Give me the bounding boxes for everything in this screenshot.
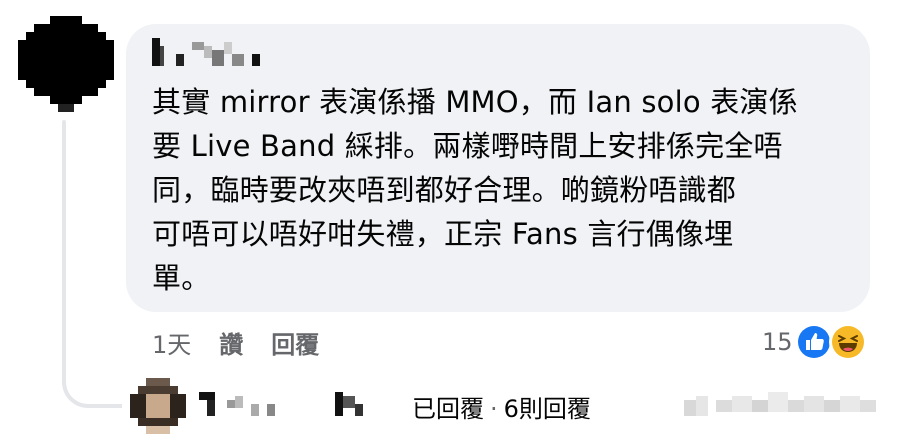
reply-names-redacted[interactable] (198, 388, 408, 424)
commenter-avatar[interactable] (18, 16, 114, 112)
author-name-redacted[interactable] (152, 38, 268, 74)
reaction-count: 15 (762, 328, 793, 356)
thread-line (62, 120, 66, 382)
replies-link[interactable]: 已回覆 · 6則回覆 (412, 389, 591, 424)
comment-timestamp[interactable]: 1天 (152, 325, 191, 360)
comment-line: 可唔可以唔好咁失禮，正宗 Fans 言行偶像埋 (152, 217, 734, 251)
replied-label: 已回覆 (412, 394, 484, 423)
reply-count: 6則回覆 (503, 394, 591, 423)
comment-line: 單。 (152, 261, 211, 295)
comment-line: 其實 mirror 表演係播 MMO，而 Ian solo 表演係 (152, 85, 798, 119)
watermark (684, 392, 876, 416)
reply-avatar[interactable] (130, 378, 186, 434)
like-button[interactable]: 讚 (219, 325, 243, 360)
comment-line: 同，臨時要改夾唔到都好合理。啲鏡粉唔識都 (152, 173, 737, 207)
reply-button[interactable]: 回覆 (271, 325, 319, 360)
thread-connector (62, 352, 122, 408)
like-icon (794, 323, 833, 361)
haha-icon (828, 323, 867, 361)
comment-actions: 1天 讚 回覆 (152, 324, 319, 360)
separator-dot: · (490, 394, 498, 423)
comment-body: 其實 mirror 表演係播 MMO，而 Ian solo 表演係 要 Live… (152, 80, 852, 300)
replies-summary[interactable]: 已回覆 · 6則回覆 (130, 378, 591, 434)
comment-line: 要 Live Band 綵排。兩樣嘢時間上安排係完全唔 (152, 129, 783, 163)
reaction-summary[interactable]: 15 (762, 322, 867, 362)
